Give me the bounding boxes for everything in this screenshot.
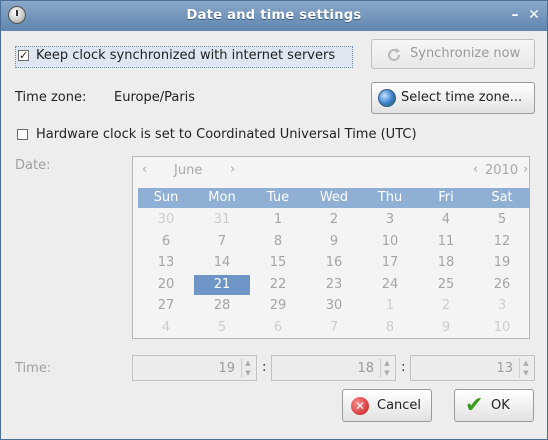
date-label: Date: (15, 158, 51, 173)
weekday-label: Thu (377, 190, 403, 205)
minute-value: 18 (357, 361, 374, 376)
ok-label: OK (491, 398, 510, 413)
calendar-day[interactable]: 18 (418, 253, 474, 273)
calendar-header: ‹ June › ‹ 2010 › (133, 157, 529, 183)
calendar-day[interactable]: 6 (250, 318, 306, 338)
calendar-month: June (174, 163, 203, 178)
calendar-day[interactable]: 30 (138, 210, 194, 230)
weekday-label: Wed (319, 190, 349, 205)
synchronize-now-button[interactable]: Synchronize now (371, 39, 535, 69)
close-window-button[interactable]: ✕ (526, 7, 542, 23)
weekday-label: Tue (266, 190, 290, 205)
calendar-day[interactable]: 1 (250, 210, 306, 230)
calendar-day[interactable]: 9 (306, 232, 362, 252)
minute-spin-arrows[interactable]: ▲ ▼ (380, 358, 393, 378)
calendar-day[interactable]: 2 (418, 296, 474, 316)
calendar-day[interactable]: 17 (362, 253, 418, 273)
weekday-label: Sat (491, 190, 513, 205)
calendar-day[interactable]: 26 (474, 275, 530, 295)
next-month-icon[interactable]: › (230, 162, 235, 177)
time-separator: : (401, 360, 406, 375)
weekday-label: Mon (208, 190, 236, 205)
calendar-day[interactable]: 1 (362, 296, 418, 316)
sync-checkbox-row[interactable]: ✓ Keep clock synchronized with internet … (15, 46, 353, 68)
minimize-button[interactable]: – (507, 7, 523, 23)
next-year-icon[interactable]: › (523, 162, 528, 177)
calendar-day[interactable]: 4 (138, 318, 194, 338)
cancel-label: Cancel (377, 398, 422, 413)
time-zone-value: Europe/Paris (114, 90, 196, 105)
hardware-clock-utc-label: Hardware clock is set to Coordinated Uni… (36, 127, 417, 142)
hour-spinbox[interactable]: 19 ▲ ▼ (132, 355, 257, 381)
calendar-day[interactable]: 22 (250, 275, 306, 295)
calendar-day[interactable]: 14 (194, 253, 250, 273)
calendar-day[interactable]: 8 (362, 318, 418, 338)
calendar-day[interactable]: 11 (418, 232, 474, 252)
calendar-day[interactable]: 4 (418, 210, 474, 230)
checkmark-icon: ✔ (465, 393, 484, 418)
time-label: Time: (15, 361, 52, 376)
window-title: Date and time settings (186, 8, 362, 23)
calendar-day[interactable]: 24 (362, 275, 418, 295)
date-time-settings-dialog: Date and time settings – ✕ ✓ Keep clock … (0, 0, 548, 440)
calendar-day[interactable]: 7 (306, 318, 362, 338)
minute-spinbox[interactable]: 18 ▲ ▼ (271, 355, 396, 381)
calendar-day[interactable]: 6 (138, 232, 194, 252)
calendar-day[interactable]: 5 (474, 210, 530, 230)
calendar-day[interactable]: 31 (194, 210, 250, 230)
hardware-clock-utc-checkbox[interactable] (17, 129, 28, 140)
ok-button[interactable]: ✔ OK (454, 389, 534, 422)
calendar-day[interactable]: 30 (306, 296, 362, 316)
calendar-day[interactable]: 9 (418, 318, 474, 338)
calendar-day[interactable]: 5 (194, 318, 250, 338)
calendar-day[interactable]: 25 (418, 275, 474, 295)
second-value: 13 (496, 361, 513, 376)
calendar-day[interactable]: 15 (250, 253, 306, 273)
calendar-day[interactable]: 2 (306, 210, 362, 230)
refresh-icon (388, 48, 400, 61)
weekday-label: Fri (438, 190, 454, 205)
second-spin-arrows[interactable]: ▲ ▼ (519, 358, 532, 378)
calendar-day[interactable]: 12 (474, 232, 530, 252)
cancel-icon: ✕ (351, 397, 369, 415)
title-bar[interactable]: Date and time settings – ✕ (1, 1, 547, 31)
hour-value: 19 (218, 361, 235, 376)
second-spinbox[interactable]: 13 ▲ ▼ (410, 355, 535, 381)
hour-spin-arrows[interactable]: ▲ ▼ (241, 358, 254, 378)
calendar-day[interactable]: 3 (362, 210, 418, 230)
globe-icon (378, 89, 396, 107)
cancel-button[interactable]: ✕ Cancel (342, 389, 432, 422)
calendar-day[interactable]: 7 (194, 232, 250, 252)
calendar-day[interactable]: 13 (138, 253, 194, 273)
calendar-day[interactable]: 21 (194, 274, 250, 295)
calendar-day[interactable]: 27 (138, 296, 194, 316)
calendar-day[interactable]: 3 (474, 296, 530, 316)
select-time-zone-label: Select time zone... (401, 90, 523, 105)
calendar-day[interactable]: 20 (138, 275, 194, 295)
calendar[interactable]: ‹ June › ‹ 2010 › Sun Mon Tue Wed Thu Fr… (132, 156, 530, 339)
calendar-day[interactable]: 16 (306, 253, 362, 273)
calendar-day[interactable]: 29 (250, 296, 306, 316)
sync-checkbox-label: Keep clock synchronized with internet se… (36, 48, 336, 63)
previous-year-icon[interactable]: ‹ (473, 162, 478, 177)
calendar-day[interactable]: 23 (306, 275, 362, 295)
weekday-header: Sun Mon Tue Wed Thu Fri Sat (138, 188, 530, 208)
calendar-day[interactable]: 10 (474, 318, 530, 338)
calendar-day[interactable]: 10 (362, 232, 418, 252)
calendar-day[interactable]: 28 (194, 296, 250, 316)
previous-month-icon[interactable]: ‹ (142, 162, 147, 177)
weekday-label: Sun (153, 190, 179, 205)
time-separator: : (262, 360, 267, 375)
time-zone-label: Time zone: (15, 90, 87, 105)
sync-checkbox[interactable]: ✓ (18, 50, 29, 61)
select-time-zone-button[interactable]: Select time zone... (371, 82, 535, 114)
synchronize-now-label: Synchronize now (410, 46, 521, 61)
calendar-day[interactable]: 19 (474, 253, 530, 273)
calendar-day[interactable]: 8 (250, 232, 306, 252)
calendar-year: 2010 (485, 163, 519, 178)
